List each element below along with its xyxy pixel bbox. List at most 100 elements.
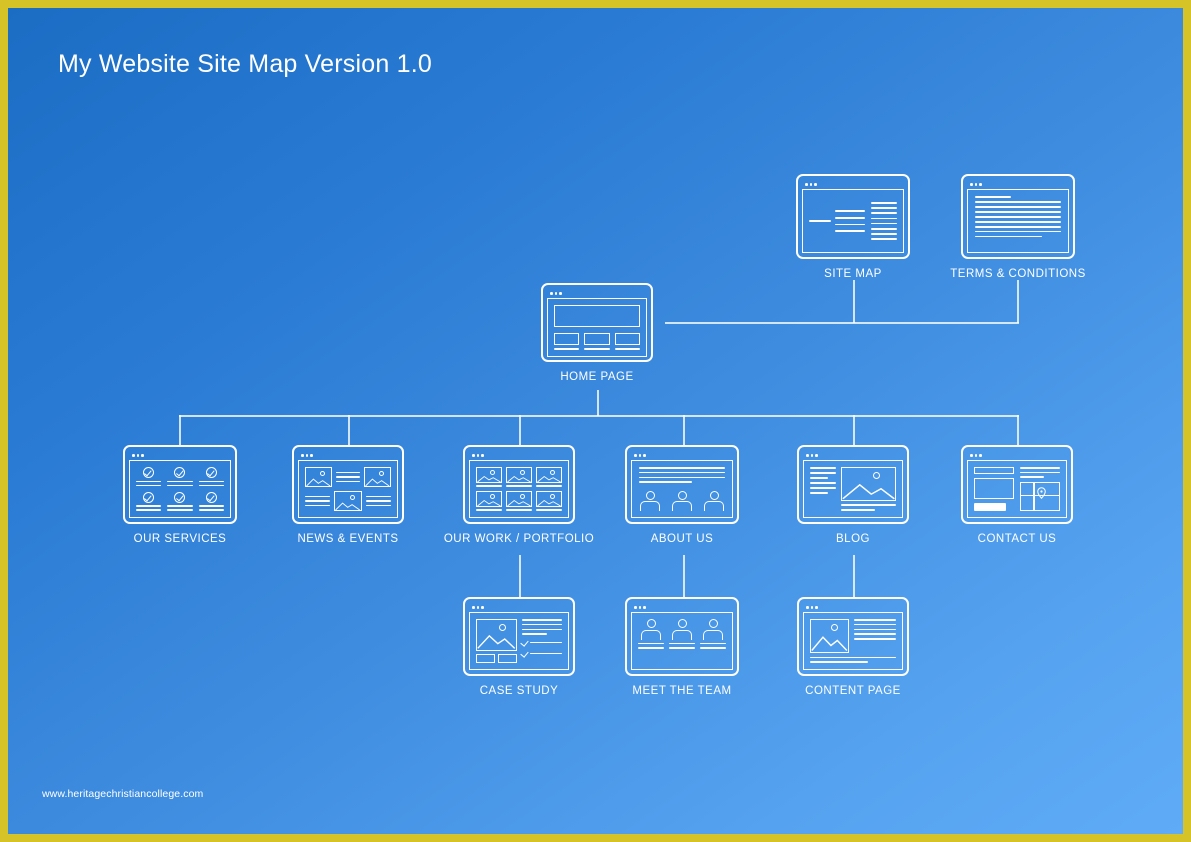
- window-dot-icon: [974, 183, 977, 186]
- text-line: [810, 481, 836, 484]
- team-people-page-icon: [631, 612, 733, 670]
- node-label: OUR WORK / PORTFOLIO: [443, 533, 595, 545]
- about-us-card[interactable]: [625, 445, 739, 524]
- window-dot-icon: [554, 292, 557, 295]
- checklist-line: [529, 641, 562, 644]
- avatar-body: [703, 629, 723, 640]
- news-and-events-card[interactable]: [292, 445, 404, 524]
- service-line: [136, 509, 162, 511]
- hero-banner: [554, 305, 640, 327]
- article-with-image-page-icon: [803, 460, 903, 518]
- node-case-study[interactable]: CASE STUDY: [463, 597, 575, 697]
- home-page-card[interactable]: [541, 283, 653, 362]
- service-line: [198, 505, 224, 507]
- window-dot-icon: [634, 606, 637, 609]
- terms-card[interactable]: [961, 174, 1075, 259]
- our-services-card[interactable]: [123, 445, 237, 524]
- avatar-head: [708, 619, 718, 628]
- text-line: [975, 225, 1061, 228]
- window-dot-icon: [550, 292, 553, 295]
- node-content-page[interactable]: CONTENT PAGE: [797, 597, 909, 697]
- node-home-page[interactable]: HOME PAGE: [541, 283, 653, 383]
- image-and-checklist-page-icon: [469, 612, 569, 670]
- text-line: [853, 633, 896, 635]
- node-label: CONTENT PAGE: [805, 685, 901, 697]
- thumbnail-image: [334, 491, 362, 511]
- avatar-body: [704, 501, 724, 511]
- text-line: [1020, 476, 1044, 478]
- content-page-card[interactable]: [797, 597, 909, 676]
- person-avatar-icon: [671, 490, 693, 511]
- node-label: NEWS & EVENTS: [297, 533, 399, 545]
- mountain-icon: [811, 636, 848, 652]
- text-line: [975, 230, 1061, 233]
- text-line: [810, 661, 869, 663]
- window-dot-icon: [815, 454, 818, 457]
- text-line: [305, 500, 331, 502]
- text-line: [975, 220, 1061, 223]
- node-blog[interactable]: BLOG: [797, 445, 909, 545]
- avatar-body: [641, 629, 661, 640]
- thumbnail-image: [364, 467, 392, 487]
- window-titlebar: [802, 180, 904, 189]
- page-title: My Website Site Map Version 1.0: [58, 50, 432, 78]
- heading-line: [975, 196, 1012, 198]
- node-meet-the-team[interactable]: MEET THE TEAM: [625, 597, 739, 697]
- text-line: [521, 628, 562, 631]
- node-about-us[interactable]: ABOUT US: [625, 445, 739, 545]
- portfolio-thumbnail: [536, 491, 562, 508]
- window-dot-icon: [814, 183, 817, 186]
- blog-card[interactable]: [797, 445, 909, 524]
- site-map-card[interactable]: [796, 174, 910, 259]
- text-line: [521, 633, 547, 635]
- tree-branch-line: [835, 223, 865, 226]
- check-icon: [519, 649, 529, 658]
- text-line: [975, 215, 1061, 218]
- sitemap-canvas: My Website Site Map Version 1.0 SITE MAP…: [0, 0, 1191, 842]
- window-dot-icon: [634, 454, 637, 457]
- node-label: CONTACT US: [977, 533, 1057, 545]
- news-thumbnails-page-icon: [298, 460, 398, 518]
- case-study-card[interactable]: [463, 597, 575, 676]
- node-contact-us[interactable]: CONTACT US: [961, 445, 1073, 545]
- avatar-body: [672, 501, 692, 511]
- window-dot-icon: [979, 454, 982, 457]
- node-site-map[interactable]: SITE MAP: [793, 174, 913, 280]
- window-dot-icon: [481, 606, 484, 609]
- service-line: [136, 505, 162, 507]
- window-titlebar: [967, 451, 1067, 460]
- column-block: [584, 333, 610, 345]
- node-terms-and-conditions[interactable]: TERMS & CONDITIONS: [950, 174, 1085, 280]
- portfolio-card[interactable]: [463, 445, 575, 524]
- image-left-text-page-icon: [803, 612, 903, 670]
- column-block: [554, 333, 580, 345]
- node-news-and-events[interactable]: NEWS & EVENTS: [292, 445, 404, 545]
- portfolio-thumbnail: [476, 467, 502, 484]
- window-dot-icon: [638, 606, 641, 609]
- text-line: [639, 476, 725, 479]
- case-study-image: [476, 619, 517, 651]
- text-line: [1020, 467, 1060, 469]
- contact-us-card[interactable]: [961, 445, 1073, 524]
- tree-leaf-line: [871, 238, 897, 240]
- portfolio-thumbnail: [476, 491, 502, 508]
- sun-icon: [498, 624, 506, 632]
- node-our-work-portfolio[interactable]: OUR WORK / PORTFOLIO: [444, 445, 594, 545]
- caption-line: [476, 485, 502, 487]
- form-input-field: [974, 467, 1014, 474]
- text-line: [335, 476, 361, 478]
- member-line: [700, 642, 726, 645]
- text-line: [810, 656, 896, 659]
- tree-leaf-line: [871, 212, 897, 215]
- text-line: [365, 495, 391, 498]
- thumbnail-box: [476, 654, 495, 663]
- meet-the-team-card[interactable]: [625, 597, 739, 676]
- connector-drop-services: [179, 415, 181, 445]
- submit-button[interactable]: [974, 503, 1006, 511]
- check-circle-icon: [174, 491, 186, 503]
- avatar-head: [677, 619, 687, 628]
- person-avatar-icon: [671, 619, 693, 640]
- node-our-services[interactable]: OUR SERVICES: [123, 445, 237, 545]
- portfolio-thumbnail: [536, 467, 562, 484]
- thumbnail-box: [498, 654, 517, 663]
